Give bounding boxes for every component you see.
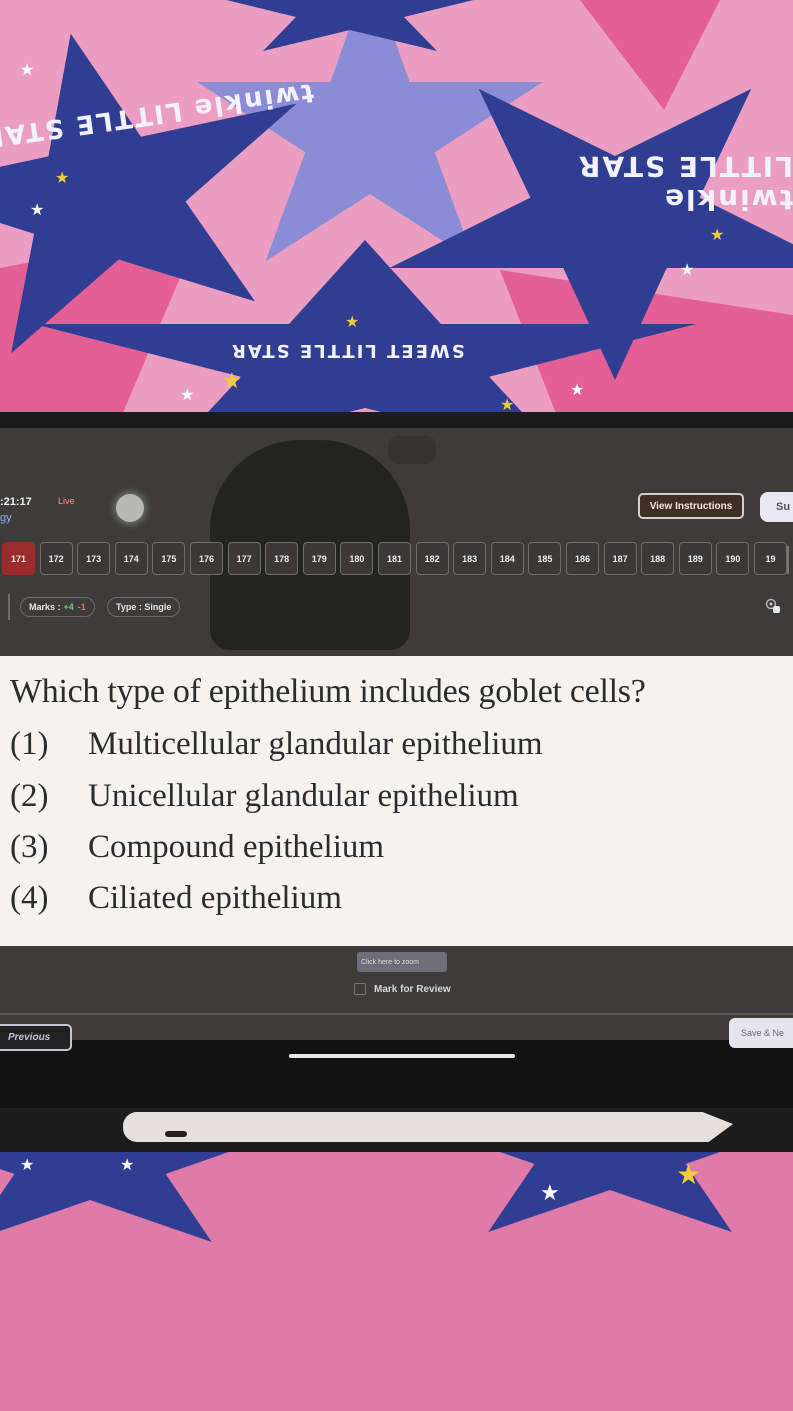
report-icon[interactable] (765, 598, 781, 614)
marks-negative: -1 (77, 602, 86, 612)
previous-button[interactable]: Previous (0, 1024, 72, 1051)
fabric-star-glyph: ★ (680, 262, 695, 279)
question-palette-item[interactable]: 183 (453, 542, 487, 575)
question-palette-item[interactable]: 178 (265, 542, 299, 575)
question-type-label: Type : Single (116, 602, 172, 612)
proctoring-camera-button[interactable] (116, 494, 144, 522)
submit-button[interactable]: Su (760, 492, 793, 522)
question-text: Which type of epithelium includes goblet… (10, 673, 646, 710)
fabric-star (0, 1140, 292, 1242)
fabric-star-glyph: ★ (710, 227, 725, 244)
option-number: (1) (10, 726, 49, 762)
fabric-star-glyph: ★ (20, 62, 35, 79)
background-fabric-bottom: ★ ★ ★ ★ (0, 1140, 793, 1411)
question-palette-item[interactable]: 181 (378, 542, 411, 575)
fabric-star-glyph: ★ (345, 314, 360, 331)
meta-divider (8, 594, 10, 620)
question-palette-item[interactable]: 187 (603, 542, 637, 575)
exam-timer: :21:17 (0, 496, 32, 508)
question-palette-item[interactable]: 174 (114, 542, 148, 575)
fabric-patch (580, 0, 720, 110)
option-text: Multicellular glandular epithelium (88, 726, 543, 762)
fabric-text: twinkle LITTLE STAR (576, 150, 793, 216)
view-instructions-button[interactable]: View Instructions (638, 493, 744, 519)
question-palette-item[interactable]: 184 (490, 542, 524, 575)
fabric-text: SWEET LITTLE STAR (230, 340, 465, 361)
fabric-star-glyph: ★ (222, 368, 242, 393)
fabric-star-glyph: ★ (540, 1180, 560, 1205)
subject-label: gy (0, 512, 12, 524)
stylus-charging-port (165, 1131, 187, 1137)
footer-divider (0, 1013, 793, 1015)
question-palette-item[interactable]: 175 (152, 542, 186, 575)
fabric-star-glyph: ★ (30, 202, 45, 219)
live-badge: Live (58, 496, 75, 506)
question-palette-item[interactable]: 171 (2, 542, 35, 575)
option-text: Compound epithelium (88, 829, 385, 865)
option-number: (2) (10, 778, 49, 814)
palette-scroll-edge (787, 546, 789, 574)
question-palette-item[interactable]: 188 (641, 542, 675, 575)
fabric-star (408, 1140, 793, 1232)
save-and-next-button[interactable]: Save & Ne (729, 1018, 793, 1048)
question-palette-item[interactable]: 172 (39, 542, 73, 575)
option-number: (4) (10, 880, 49, 916)
fabric-star-glyph: ★ (20, 1157, 35, 1174)
question-palette-item[interactable]: 189 (678, 542, 712, 575)
checkbox-icon[interactable] (354, 983, 366, 995)
fabric-star-glyph: ★ (570, 382, 585, 399)
question-palette-item[interactable]: 186 (566, 542, 599, 575)
option-2[interactable]: (2) Unicellular glandular epithelium (10, 778, 519, 815)
option-text: Ciliated epithelium (88, 880, 342, 916)
option-4[interactable]: (4) Ciliated epithelium (10, 880, 342, 917)
question-palette-item[interactable]: 177 (227, 542, 261, 575)
question-palette-item[interactable]: 182 (415, 542, 449, 575)
option-number: (3) (10, 829, 49, 865)
screen-lower-area (0, 1040, 793, 1108)
mark-for-review-label: Mark for Review (374, 983, 451, 995)
option-1[interactable]: (1) Multicellular glandular epithelium (10, 726, 543, 763)
question-palette-item[interactable]: 190 (716, 542, 750, 575)
mark-for-review-checkbox[interactable]: Mark for Review (354, 983, 451, 995)
marks-positive: +4 (63, 602, 74, 612)
zoom-hint-button[interactable]: Click here to zoom (357, 952, 447, 972)
question-palette-item[interactable]: 19 (754, 542, 787, 575)
stylus-pen (123, 1112, 733, 1142)
fabric-star-glyph: ★ (55, 170, 70, 187)
question-palette-item[interactable]: 185 (528, 542, 562, 575)
question-palette-item[interactable]: 180 (340, 542, 374, 575)
option-text: Unicellular glandular epithelium (88, 778, 519, 814)
fabric-star-glyph: ★ (120, 1157, 135, 1174)
fabric-star-glyph: ★ (180, 387, 195, 404)
home-indicator[interactable] (289, 1054, 515, 1058)
background-fabric-top: twinkle LITTLE STAR twinkle LITTLE STAR … (0, 0, 793, 418)
question-palette: 171 172 173 174 175 176 177 178 179 180 181 182 183 1… (0, 542, 793, 576)
camera-notch (388, 436, 436, 464)
marks-badge: Marks : +4 -1 (20, 597, 95, 617)
question-palette-item[interactable]: 173 (77, 542, 111, 575)
question-type-badge: Type : Single (107, 597, 181, 617)
fabric-star-glyph: ★ (676, 1159, 702, 1190)
question-palette-item[interactable]: 179 (302, 542, 336, 575)
option-3[interactable]: (3) Compound epithelium (10, 829, 384, 866)
marks-label: Marks : (29, 602, 61, 612)
question-palette-item[interactable]: 176 (190, 542, 223, 575)
